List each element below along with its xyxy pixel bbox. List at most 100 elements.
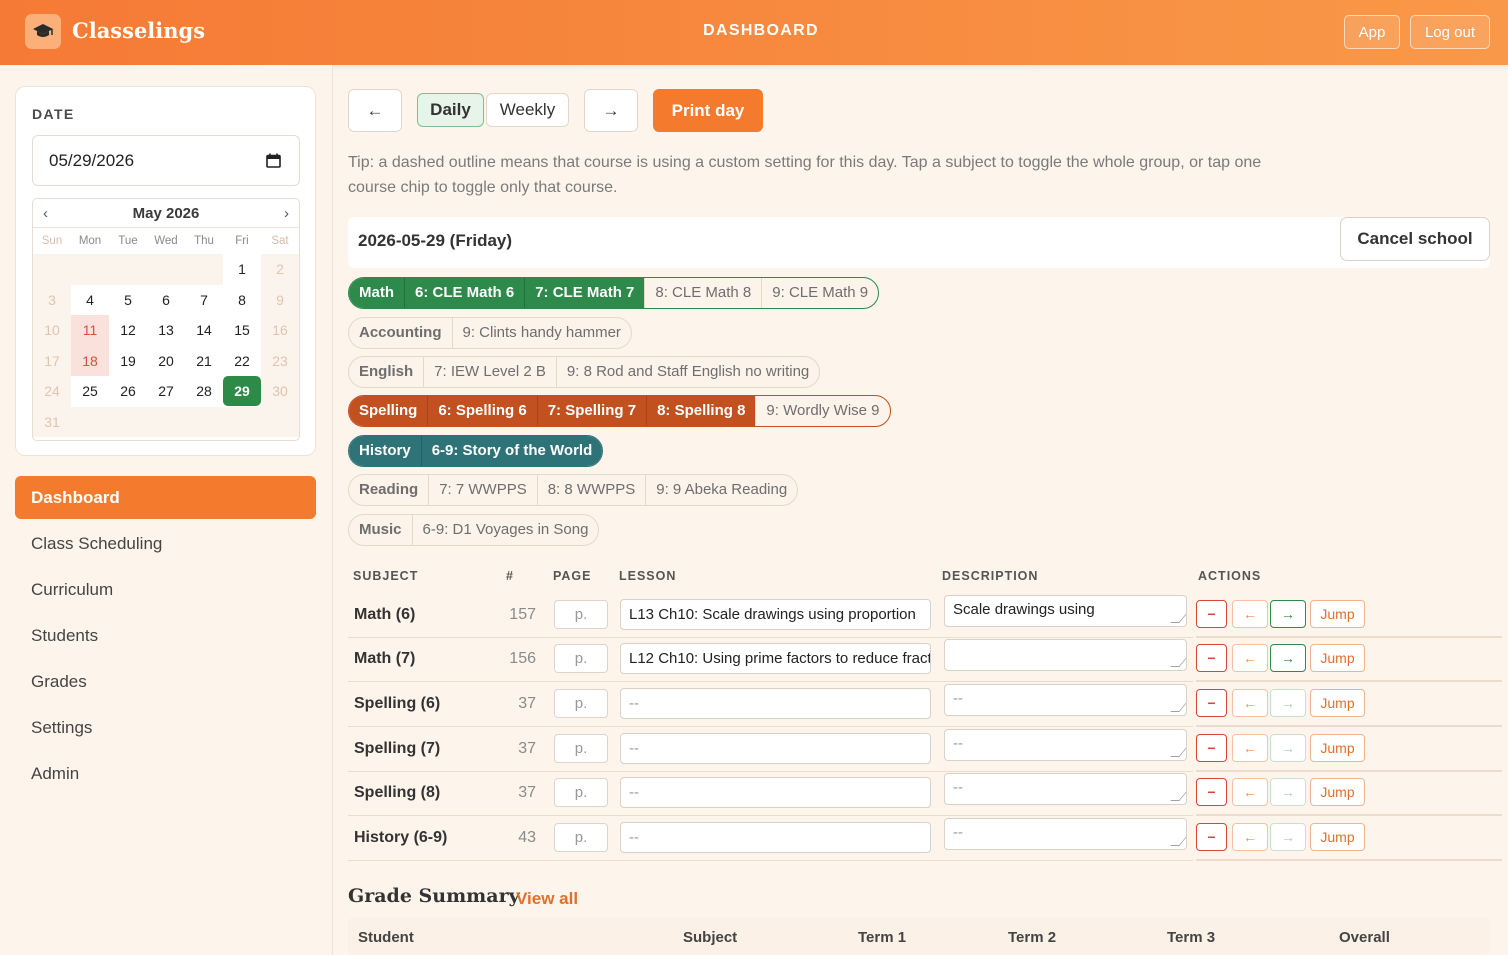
- jump-button[interactable]: Jump: [1310, 689, 1365, 717]
- calendar-day[interactable]: 15: [223, 315, 261, 346]
- description-input[interactable]: --: [944, 818, 1187, 850]
- calendar-day[interactable]: 19: [109, 346, 147, 377]
- course-chip[interactable]: 6-9: D1 Voyages in Song: [411, 515, 599, 545]
- date-input[interactable]: 05/29/2026: [32, 135, 300, 186]
- lesson-input[interactable]: L12 Ch10: Using prime factors to reduce …: [620, 643, 931, 674]
- lesson-input[interactable]: --: [620, 733, 931, 764]
- lesson-input[interactable]: --: [620, 822, 931, 853]
- logout-button[interactable]: Log out: [1410, 15, 1490, 49]
- subject-toggle-accounting[interactable]: Accounting: [349, 318, 452, 348]
- resize-handle-icon[interactable]: [1170, 703, 1186, 712]
- calendar-day[interactable]: 23: [261, 345, 299, 376]
- calendar-day[interactable]: 28: [185, 376, 223, 407]
- calendar-day[interactable]: 14: [185, 315, 223, 346]
- calendar-day[interactable]: 13: [147, 315, 185, 346]
- page-input[interactable]: p.: [554, 600, 608, 629]
- course-chip[interactable]: 7: Spelling 7: [536, 396, 647, 426]
- course-chip[interactable]: 6-9: Story of the World: [420, 436, 603, 466]
- subject-toggle-spelling[interactable]: Spelling: [349, 396, 428, 426]
- move-forward-button[interactable]: →: [1270, 823, 1306, 851]
- jump-button[interactable]: Jump: [1310, 644, 1365, 672]
- calendar-day[interactable]: 12: [109, 315, 147, 346]
- calendar-day[interactable]: 26: [109, 376, 147, 407]
- prev-day-button[interactable]: ←: [348, 89, 402, 132]
- course-chip[interactable]: 9: Clints handy hammer: [451, 318, 631, 348]
- calendar-day[interactable]: 7: [185, 285, 223, 316]
- description-input[interactable]: --: [944, 773, 1187, 805]
- calendar-day[interactable]: 30: [261, 376, 299, 407]
- page-input[interactable]: p.: [554, 644, 608, 673]
- lesson-input[interactable]: L13 Ch10: Scale drawings using proportio…: [620, 599, 931, 630]
- calendar-day[interactable]: 10: [33, 315, 71, 346]
- move-back-button[interactable]: ←: [1232, 600, 1268, 628]
- move-back-button[interactable]: ←: [1232, 644, 1268, 672]
- course-chip[interactable]: 8: 8 WWPPS: [536, 475, 646, 505]
- resize-handle-icon[interactable]: [1170, 614, 1186, 623]
- description-input[interactable]: [944, 639, 1187, 671]
- course-chip[interactable]: 8: Spelling 8: [646, 396, 756, 426]
- remove-button[interactable]: −: [1196, 778, 1227, 806]
- sidebar-item-students[interactable]: Students: [15, 613, 316, 659]
- calendar-day[interactable]: 8: [223, 285, 261, 316]
- sidebar-item-grades[interactable]: Grades: [15, 659, 316, 705]
- sidebar-item-admin[interactable]: Admin: [15, 751, 316, 797]
- course-chip[interactable]: 9: CLE Math 9: [761, 278, 878, 308]
- resize-handle-icon[interactable]: [1170, 658, 1186, 667]
- move-back-button[interactable]: ←: [1232, 689, 1268, 717]
- calendar-day[interactable]: 18: [71, 345, 109, 376]
- course-chip[interactable]: 9: 9 Abeka Reading: [645, 475, 797, 505]
- course-chip[interactable]: 8: CLE Math 8: [644, 278, 761, 308]
- remove-button[interactable]: −: [1196, 600, 1227, 628]
- remove-button[interactable]: −: [1196, 734, 1227, 762]
- sidebar-item-dashboard[interactable]: Dashboard: [15, 476, 316, 519]
- next-day-button[interactable]: →: [584, 89, 638, 132]
- page-input[interactable]: p.: [554, 778, 608, 807]
- calendar-day[interactable]: 1: [223, 254, 261, 285]
- move-forward-button[interactable]: →: [1270, 600, 1306, 628]
- subject-toggle-music[interactable]: Music: [349, 515, 412, 545]
- remove-button[interactable]: −: [1196, 644, 1227, 672]
- calendar-day[interactable]: 29: [223, 376, 261, 407]
- remove-button[interactable]: −: [1196, 689, 1227, 717]
- move-forward-button[interactable]: →: [1270, 689, 1306, 717]
- description-input[interactable]: Scale drawings using: [944, 595, 1187, 627]
- subject-toggle-english[interactable]: English: [349, 357, 423, 387]
- calendar-day[interactable]: 11: [71, 315, 109, 346]
- calendar-day[interactable]: 21: [185, 346, 223, 377]
- description-input[interactable]: --: [944, 729, 1187, 761]
- calendar-day[interactable]: 2: [261, 254, 299, 285]
- calendar-next-button[interactable]: ›: [284, 205, 289, 222]
- view-all-link[interactable]: View all: [516, 889, 578, 909]
- calendar-day[interactable]: 24: [33, 376, 71, 407]
- calendar-day[interactable]: 5: [109, 285, 147, 316]
- move-back-button[interactable]: ←: [1232, 778, 1268, 806]
- move-back-button[interactable]: ←: [1232, 823, 1268, 851]
- subject-toggle-history[interactable]: History: [349, 436, 421, 466]
- calendar-day[interactable]: 4: [71, 285, 109, 316]
- calendar-day[interactable]: 6: [147, 285, 185, 316]
- course-chip[interactable]: 9: 8 Rod and Staff English no writing: [555, 357, 819, 387]
- print-day-button[interactable]: Print day: [653, 89, 763, 132]
- jump-button[interactable]: Jump: [1310, 600, 1365, 628]
- jump-button[interactable]: Jump: [1310, 823, 1365, 851]
- calendar-day[interactable]: 3: [33, 284, 71, 315]
- calendar-day[interactable]: 31: [33, 406, 71, 437]
- lesson-input[interactable]: --: [620, 777, 931, 808]
- course-chip[interactable]: 7: CLE Math 7: [524, 278, 645, 308]
- move-forward-button[interactable]: →: [1270, 644, 1306, 672]
- description-input[interactable]: --: [944, 684, 1187, 716]
- page-input[interactable]: p.: [554, 734, 608, 763]
- page-input[interactable]: p.: [554, 689, 608, 718]
- calendar-icon[interactable]: [266, 153, 281, 168]
- jump-button[interactable]: Jump: [1310, 734, 1365, 762]
- sidebar-item-curriculum[interactable]: Curriculum: [15, 567, 316, 613]
- calendar-day[interactable]: 22: [223, 346, 261, 377]
- weekly-toggle[interactable]: Weekly: [486, 93, 569, 127]
- calendar-day[interactable]: 25: [71, 376, 109, 407]
- jump-button[interactable]: Jump: [1310, 778, 1365, 806]
- calendar-day[interactable]: 16: [261, 315, 299, 346]
- resize-handle-icon[interactable]: [1170, 748, 1186, 757]
- sidebar-item-class-scheduling[interactable]: Class Scheduling: [15, 521, 316, 567]
- course-chip[interactable]: 6: CLE Math 6: [404, 278, 525, 308]
- page-input[interactable]: p.: [554, 823, 608, 852]
